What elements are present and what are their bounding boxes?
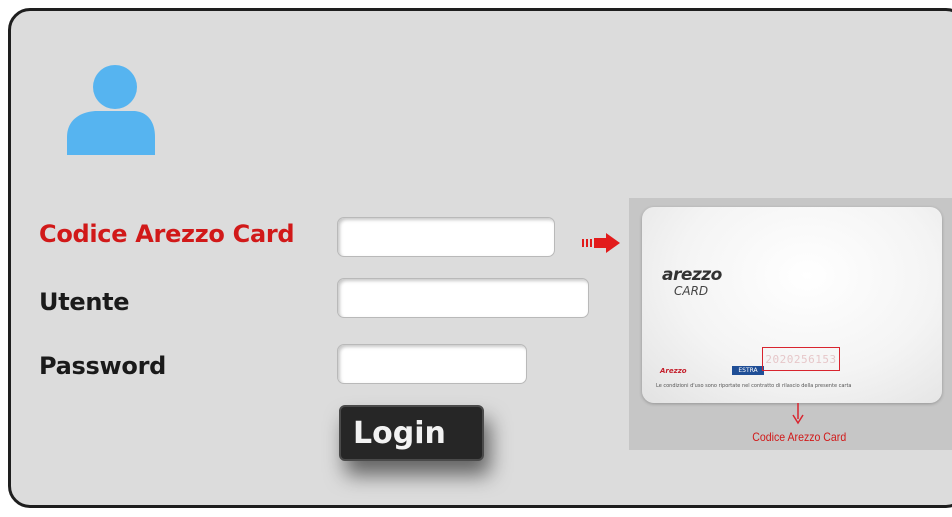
card-logo-sub: CARD [674,284,709,298]
card-code-input[interactable] [337,217,555,257]
password-label: Password [39,352,166,380]
card-logo: arezzo [662,265,722,285]
password-input[interactable] [337,344,527,384]
arrow-down-icon [792,403,804,425]
card-brand-logo: Arezzo [660,367,687,375]
login-panel: Codice Arezzo Card Utente Password Login… [8,8,952,508]
card-caption: Codice Arezzo Card [752,430,847,444]
user-icon [67,65,155,155]
card-number-box: 2020256153 [762,347,840,371]
card-fine-print: Le condizioni d'uso sono riportate nel c… [656,383,852,389]
username-label: Utente [39,288,130,316]
card-sponsor-logo: ESTRA [732,366,764,375]
arezzo-card-image: arezzo CARD Arezzo ESTRA 2020256153 Le c… [642,207,942,403]
login-button[interactable]: Login [339,405,484,461]
arrow-right-icon [582,233,620,253]
username-input[interactable] [337,278,589,318]
card-code-label: Codice Arezzo Card [39,220,295,248]
card-preview: arezzo CARD Arezzo ESTRA 2020256153 Le c… [629,198,952,450]
